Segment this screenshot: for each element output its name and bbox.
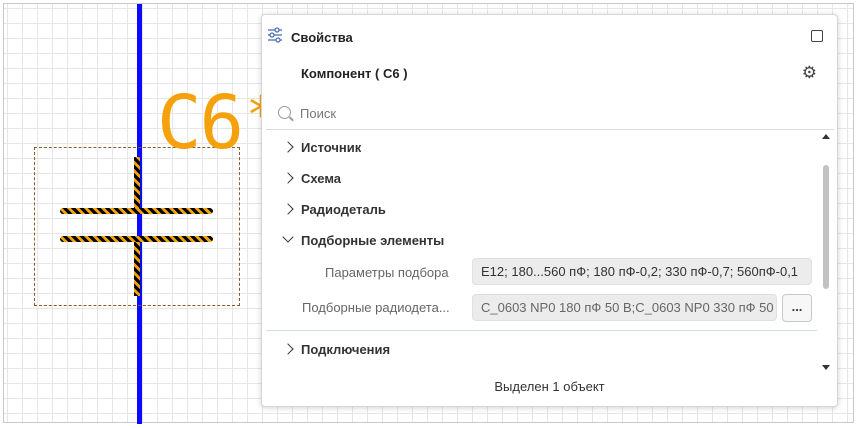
chevron-right-icon (282, 203, 294, 215)
section-selection-elements[interactable]: Подборные элементы (262, 229, 802, 253)
section-source[interactable]: Источник (262, 136, 802, 160)
section-connections[interactable]: Подключения (262, 338, 802, 362)
search-box (276, 101, 824, 127)
component-title: Компонент ( C6 ) (301, 66, 408, 81)
search-input[interactable] (300, 101, 800, 125)
panel-title: Свойства (291, 30, 353, 45)
refdes-label: C6 (157, 80, 244, 166)
reference-designator[interactable]: C6* (157, 86, 276, 160)
prop-label-selection-params: Параметры подбора (325, 265, 449, 280)
chevron-right-icon (282, 141, 294, 153)
scroll-down-arrow[interactable] (822, 365, 830, 370)
properties-panel: Свойства Компонент ( C6 ) ⚙ Источник Схе… (261, 14, 838, 407)
selection-params-field[interactable]: E12; 180...560 пФ; 180 пФ-0,2; 330 пФ-0,… (472, 258, 812, 285)
maximize-icon[interactable] (811, 30, 823, 42)
gear-icon[interactable]: ⚙ (802, 64, 817, 81)
chevron-right-icon (282, 343, 294, 355)
section-schematic[interactable]: Схема (262, 167, 802, 191)
chevron-right-icon (282, 172, 294, 184)
status-text: Выделен 1 объект (494, 379, 605, 394)
section-component[interactable]: Радиодеталь (262, 198, 802, 222)
more-button[interactable]: ... (782, 294, 812, 322)
divider (266, 129, 834, 130)
search-icon (278, 106, 291, 119)
chevron-down-icon (282, 231, 294, 243)
capacitor-lead-bottom (134, 242, 140, 296)
scrollbar-thumb[interactable] (823, 165, 829, 289)
scroll-up-arrow[interactable] (822, 134, 830, 139)
prop-label-selection-parts: Подборные радиодета... (302, 300, 450, 315)
sliders-icon (268, 27, 282, 43)
section-label: Радиодеталь (301, 202, 386, 217)
capacitor-lead-top (134, 157, 140, 211)
divider (266, 330, 817, 331)
section-label: Источник (301, 140, 362, 155)
selection-parts-field[interactable]: C_0603 NP0 180 пФ 50 В;C_0603 NP0 330 пФ… (472, 294, 777, 321)
panel-header: Свойства (262, 15, 837, 57)
section-label: Подключения (301, 342, 391, 357)
capacitor-plate-top (60, 208, 213, 214)
section-label: Подборные элементы (301, 233, 445, 248)
section-label: Схема (301, 171, 342, 186)
